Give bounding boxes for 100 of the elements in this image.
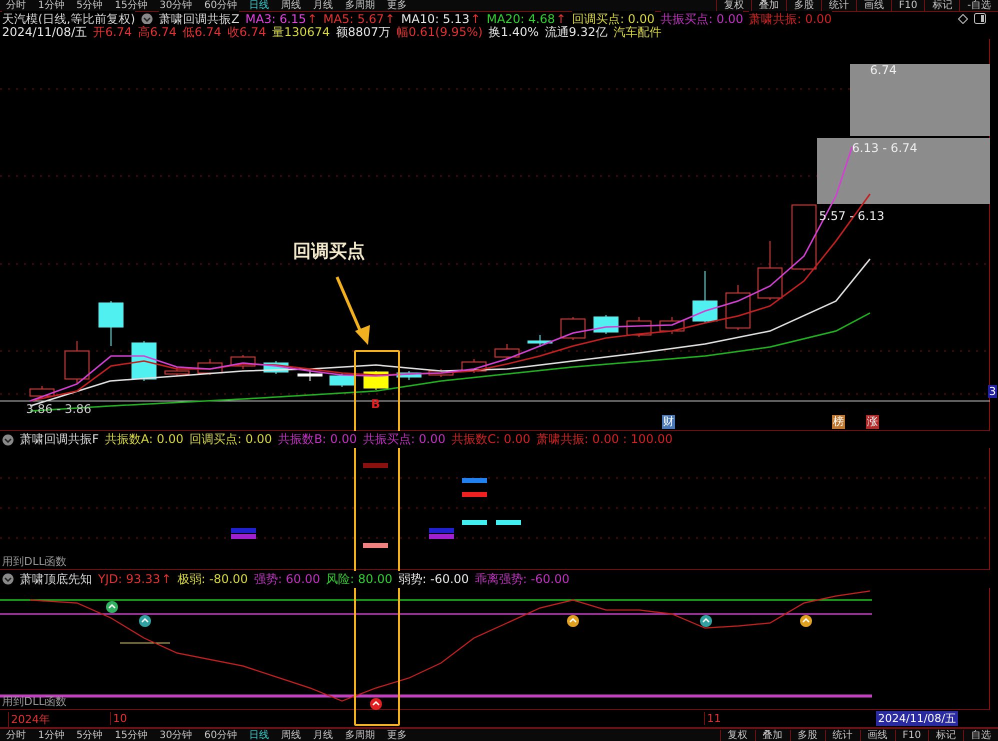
indicator-name: 萧啸顶底先知 bbox=[20, 570, 92, 588]
candlestick bbox=[462, 358, 486, 374]
indicator-value: 低6.74 bbox=[182, 24, 222, 41]
toolbar-button[interactable]: 多股 bbox=[790, 730, 825, 741]
signal-bar bbox=[462, 520, 487, 526]
signal-icon bbox=[106, 601, 118, 614]
period-tab[interactable]: 更多 bbox=[380, 0, 413, 11]
indicator-value: 流通9.32亿 bbox=[544, 24, 608, 41]
collapse-icon[interactable] bbox=[141, 13, 154, 25]
toolbar-button[interactable]: 画线 bbox=[860, 730, 895, 741]
candlestick bbox=[98, 300, 124, 346]
dll-note: 用到DLL函数 bbox=[2, 694, 67, 710]
indicator-value: 弱势: -60.00 bbox=[398, 570, 469, 588]
candlestick bbox=[626, 316, 652, 338]
indicator-value: 共振买点: 0.00 bbox=[362, 431, 446, 448]
period-tab[interactable]: 分时 bbox=[0, 730, 32, 741]
indicator-value: 萧啸共振: 0.00 bbox=[749, 10, 832, 28]
period-tab[interactable]: 60分钟 bbox=[198, 0, 243, 11]
candlestick bbox=[64, 340, 90, 384]
level-line bbox=[120, 642, 170, 644]
annotation-label: 回调买点 bbox=[293, 240, 365, 263]
candlestick bbox=[560, 316, 586, 340]
price-label: 6.13 - 6.74 bbox=[852, 141, 918, 155]
indicator-value: 开6.74 bbox=[93, 24, 132, 41]
toolbar-button[interactable]: 叠加 bbox=[754, 730, 790, 741]
toolbar-button[interactable]: F10 bbox=[894, 730, 928, 741]
candlestick bbox=[726, 284, 750, 330]
indicator-value: 乖离强势: -60.00 bbox=[474, 570, 570, 588]
period-tab[interactable]: 5分钟 bbox=[70, 0, 109, 11]
period-tab[interactable]: 更多 bbox=[380, 730, 413, 741]
toolbar-button[interactable]: 画线 bbox=[856, 0, 891, 11]
signal-icon bbox=[700, 615, 712, 628]
candlestick bbox=[758, 240, 782, 300]
panel-icon[interactable] bbox=[974, 13, 986, 24]
period-tab[interactable]: 1分钟 bbox=[32, 730, 70, 741]
period-tab[interactable]: 30分钟 bbox=[153, 0, 198, 11]
period-tab[interactable]: 日线 bbox=[242, 730, 275, 741]
rise-arrow: ↑ bbox=[161, 572, 172, 586]
signal-bar bbox=[462, 478, 487, 484]
rise-arrow: ↑ bbox=[556, 12, 566, 26]
signal-bar bbox=[363, 463, 388, 468]
indicator-value: 共振数B: 0.00 bbox=[278, 431, 357, 448]
period-tab[interactable]: 5分钟 bbox=[70, 730, 109, 741]
signal-icon bbox=[139, 615, 151, 628]
indicator-value: 收6.74 bbox=[227, 24, 266, 41]
period-tab[interactable]: 1分钟 bbox=[32, 0, 70, 11]
event-tag[interactable]: 财 bbox=[662, 415, 675, 429]
candlestick bbox=[428, 368, 454, 378]
toolbar-button[interactable]: 标记 bbox=[924, 0, 960, 11]
indicator-value: 幅0.61(9.95%) bbox=[396, 24, 483, 41]
period-tab[interactable]: 15分钟 bbox=[108, 0, 154, 11]
toolbar-button[interactable]: -自选 bbox=[959, 0, 998, 11]
period-tab[interactable]: 多周期 bbox=[338, 0, 381, 11]
period-tab[interactable]: 月线 bbox=[306, 0, 339, 11]
candlestick bbox=[330, 372, 354, 388]
period-tab[interactable]: 30分钟 bbox=[153, 730, 198, 741]
signal-bar bbox=[363, 543, 388, 548]
rise-arrow: ↑ bbox=[385, 12, 396, 26]
price-label: 6.74 bbox=[870, 63, 897, 77]
period-tab[interactable]: 周线 bbox=[274, 730, 307, 741]
signal-bar bbox=[231, 528, 256, 540]
candlestick bbox=[30, 386, 54, 400]
period-tab[interactable]: 日线 bbox=[242, 0, 275, 11]
collapse-icon[interactable] bbox=[2, 434, 14, 446]
indicator-value: 强势: 60.00 bbox=[254, 570, 320, 588]
indicator-value: 极弱: -80.00 bbox=[177, 570, 248, 588]
toolbar-button[interactable]: 自选 bbox=[963, 730, 998, 741]
period-tab[interactable]: 多周期 bbox=[338, 730, 381, 741]
toolbar-button[interactable]: F10 bbox=[890, 0, 924, 11]
diamond-icon[interactable] bbox=[958, 14, 968, 24]
rise-arrow: ↑ bbox=[470, 12, 481, 26]
year-label: 2024年 bbox=[8, 712, 50, 728]
signal-icon bbox=[800, 615, 812, 628]
cursor-date: 2024/11/08/五 bbox=[876, 711, 958, 726]
toolbar-button[interactable]: 复权 bbox=[720, 730, 755, 741]
candlestick bbox=[660, 316, 684, 334]
month-label: 10 bbox=[110, 712, 127, 726]
indicator-value: 换1.40% bbox=[488, 24, 539, 41]
period-tab[interactable]: 周线 bbox=[274, 0, 307, 11]
candlestick bbox=[396, 370, 422, 380]
signal-bar bbox=[462, 492, 487, 498]
candlestick bbox=[298, 368, 322, 382]
collapse-icon[interactable] bbox=[2, 573, 14, 586]
candlestick bbox=[164, 366, 190, 376]
period-tab[interactable]: 15分钟 bbox=[108, 730, 154, 741]
candlestick bbox=[230, 354, 256, 370]
period-tab[interactable]: 月线 bbox=[306, 730, 339, 741]
candlestick bbox=[692, 270, 718, 324]
period-tab[interactable]: 60分钟 bbox=[198, 730, 243, 741]
candlestick bbox=[132, 340, 156, 382]
toolbar-button[interactable]: 标记 bbox=[928, 730, 963, 741]
signal-bar bbox=[496, 520, 521, 526]
toolbar-button[interactable]: 统计 bbox=[824, 730, 860, 741]
indicator-value: YJD: 93.33 bbox=[98, 572, 160, 586]
period-tab[interactable]: 分时 bbox=[0, 0, 32, 11]
event-tag[interactable]: 榜 bbox=[832, 415, 845, 429]
candlestick bbox=[528, 334, 552, 348]
month-label: 11 bbox=[704, 712, 721, 726]
candlestick bbox=[792, 204, 816, 272]
event-tag[interactable]: 涨 bbox=[866, 415, 879, 429]
